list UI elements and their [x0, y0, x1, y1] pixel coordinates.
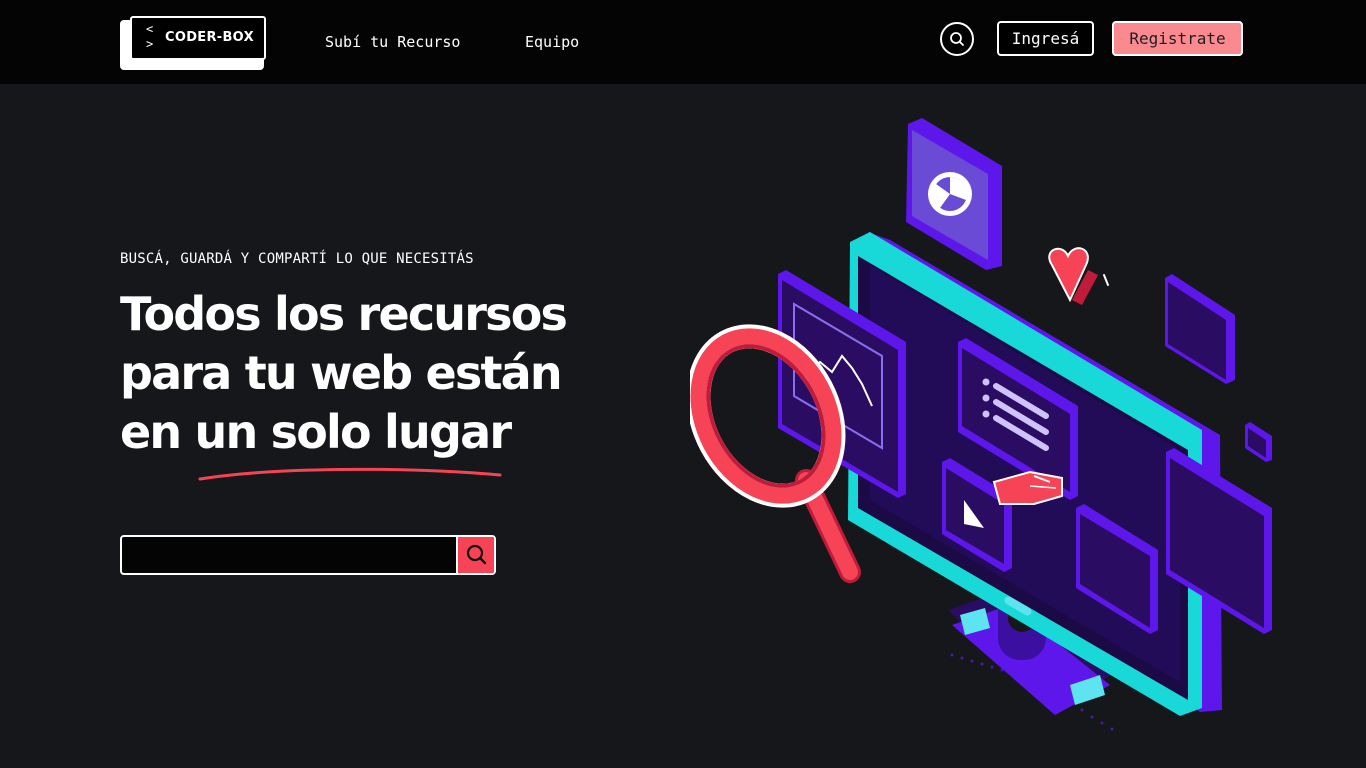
navbar: < > CODER-BOX Subí tu Recurso Equipo Ingr… — [0, 0, 1366, 84]
search-submit-button[interactable] — [456, 537, 494, 573]
hero-headline: Todos los recursos para tu web están en … — [120, 285, 590, 462]
nav-search-button[interactable] — [940, 22, 974, 56]
pie-chart-card — [906, 118, 1002, 270]
nav-link-team[interactable]: Equipo — [525, 33, 579, 51]
headline-line-1: Todos los recursos — [120, 287, 568, 341]
search-input[interactable] — [122, 537, 458, 573]
login-button[interactable]: Ingresá — [997, 21, 1094, 56]
search-form — [120, 535, 496, 575]
register-button[interactable]: Registrate — [1112, 21, 1243, 56]
headline-underline — [198, 467, 502, 481]
headline-line-2: para tu web están — [120, 346, 563, 400]
logo[interactable]: < > CODER-BOX — [120, 16, 266, 70]
heart-icon — [1048, 247, 1109, 305]
headline-line-3: en un solo lugar — [120, 405, 512, 459]
floating-card-right — [1165, 274, 1235, 384]
logo-chevrons: < > — [146, 22, 154, 51]
search-icon — [950, 32, 964, 46]
nav-link-upload[interactable]: Subí tu Recurso — [325, 33, 460, 51]
logo-text: CODER-BOX — [165, 30, 254, 45]
search-icon — [466, 544, 487, 565]
logo-box: < > CODER-BOX — [130, 16, 266, 60]
hero-eyebrow: BUSCÁ, GUARDÁ Y COMPARTÍ LO QUE NECESITÁ… — [120, 251, 474, 267]
floating-cube-small — [1245, 422, 1272, 462]
hero-illustration — [690, 118, 1272, 731]
